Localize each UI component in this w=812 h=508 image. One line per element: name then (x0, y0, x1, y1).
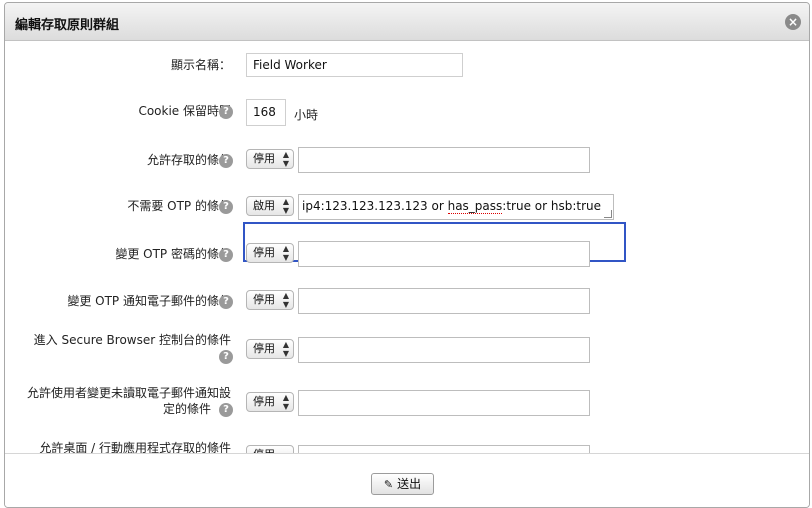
updown-arrows-icon: ▲ ▼ (282, 197, 289, 215)
submit-button[interactable]: ✎ 送出 (371, 473, 434, 495)
display-name-input[interactable]: Field Worker (246, 53, 463, 77)
updown-arrows-icon: ▲ ▼ (282, 340, 289, 358)
form-body: 顯示名稱： Field Worker Cookie 保留時間 ? 168 小時 … (5, 41, 809, 453)
condition-label: 不需要 OTP 的條件 (127, 199, 231, 213)
condition-textarea[interactable] (298, 147, 590, 173)
help-icon[interactable]: ? (219, 105, 233, 119)
edit-access-policy-group-dialog: 編輯存取原則群組 × 顯示名稱： Field Worker Cookie 保留時… (4, 2, 810, 508)
updown-arrows-icon: ▲ ▼ (282, 291, 289, 309)
condition-label-line2: 定的條件 (162, 402, 211, 416)
updown-arrows-icon: ▲ ▼ (282, 244, 289, 262)
condition-label: 允許桌面 / 行動應用程式存取的條件 (39, 441, 231, 453)
select-value: 停用 (253, 395, 275, 408)
close-icon[interactable]: × (785, 14, 801, 30)
condition-label: 變更 OTP 通知電子郵件的條件 (67, 294, 231, 308)
updown-arrows-icon: ▲ ▼ (282, 393, 289, 411)
cookie-hours-input[interactable]: 168 (246, 99, 286, 126)
select-value: 停用 (253, 342, 275, 355)
updown-arrows-icon: ▲ ▼ (282, 150, 289, 168)
condition-label: 進入 Secure Browser 控制台的條件 (33, 333, 231, 347)
condition-text: :true or hsb:true (502, 199, 601, 213)
condition-state-select[interactable]: 停用 ▲ ▼ (246, 290, 294, 310)
cookie-unit: 小時 (294, 108, 319, 122)
select-value: 停用 (253, 246, 275, 259)
dialog-title: 編輯存取原則群組 (15, 18, 120, 33)
condition-state-select[interactable]: 停用 (246, 445, 294, 453)
dialog-footer: ✎ 送出 (5, 453, 809, 507)
help-icon[interactable]: ? (219, 295, 233, 309)
display-name-label: 顯示名稱： (170, 58, 231, 72)
condition-textarea[interactable] (298, 445, 590, 453)
resize-grip-icon[interactable] (604, 210, 612, 218)
condition-state-select[interactable]: 啟用 ▲ ▼ (246, 196, 294, 216)
condition-label-line1: 允許使用者變更未讀取電子郵件通知設 (26, 386, 231, 400)
condition-state-select[interactable]: 停用 ▲ ▼ (246, 339, 294, 359)
condition-state-select[interactable]: 停用 ▲ ▼ (246, 149, 294, 169)
select-value: 停用 (253, 152, 275, 165)
select-value: 啟用 (253, 199, 275, 212)
condition-textarea[interactable] (298, 241, 590, 267)
condition-label: 變更 OTP 密碼的條件 (115, 247, 231, 261)
pencil-icon: ✎ (383, 478, 394, 491)
submit-label: 送出 (397, 477, 422, 491)
condition-textarea[interactable]: ip4:123.123.123.123 or has_pass:true or … (298, 194, 614, 220)
select-value: 停用 (253, 293, 275, 306)
condition-state-select[interactable]: 停用 ▲ ▼ (246, 392, 294, 412)
condition-state-select[interactable]: 停用 ▲ ▼ (246, 243, 294, 263)
condition-textarea[interactable] (298, 390, 590, 416)
dialog-titlebar: 編輯存取原則群組 × (5, 3, 809, 41)
condition-text: ip4:123.123.123.123 or (302, 199, 448, 213)
help-icon[interactable]: ? (219, 248, 233, 262)
condition-textarea[interactable] (298, 288, 590, 314)
help-icon[interactable]: ? (219, 154, 233, 168)
help-icon[interactable]: ? (219, 350, 233, 364)
cookie-label: Cookie 保留時間 (138, 104, 231, 118)
spellcheck-flagged-text: has_pass (447, 199, 503, 214)
help-icon[interactable]: ? (219, 403, 233, 417)
help-icon[interactable]: ? (219, 200, 233, 214)
condition-textarea[interactable] (298, 337, 590, 363)
